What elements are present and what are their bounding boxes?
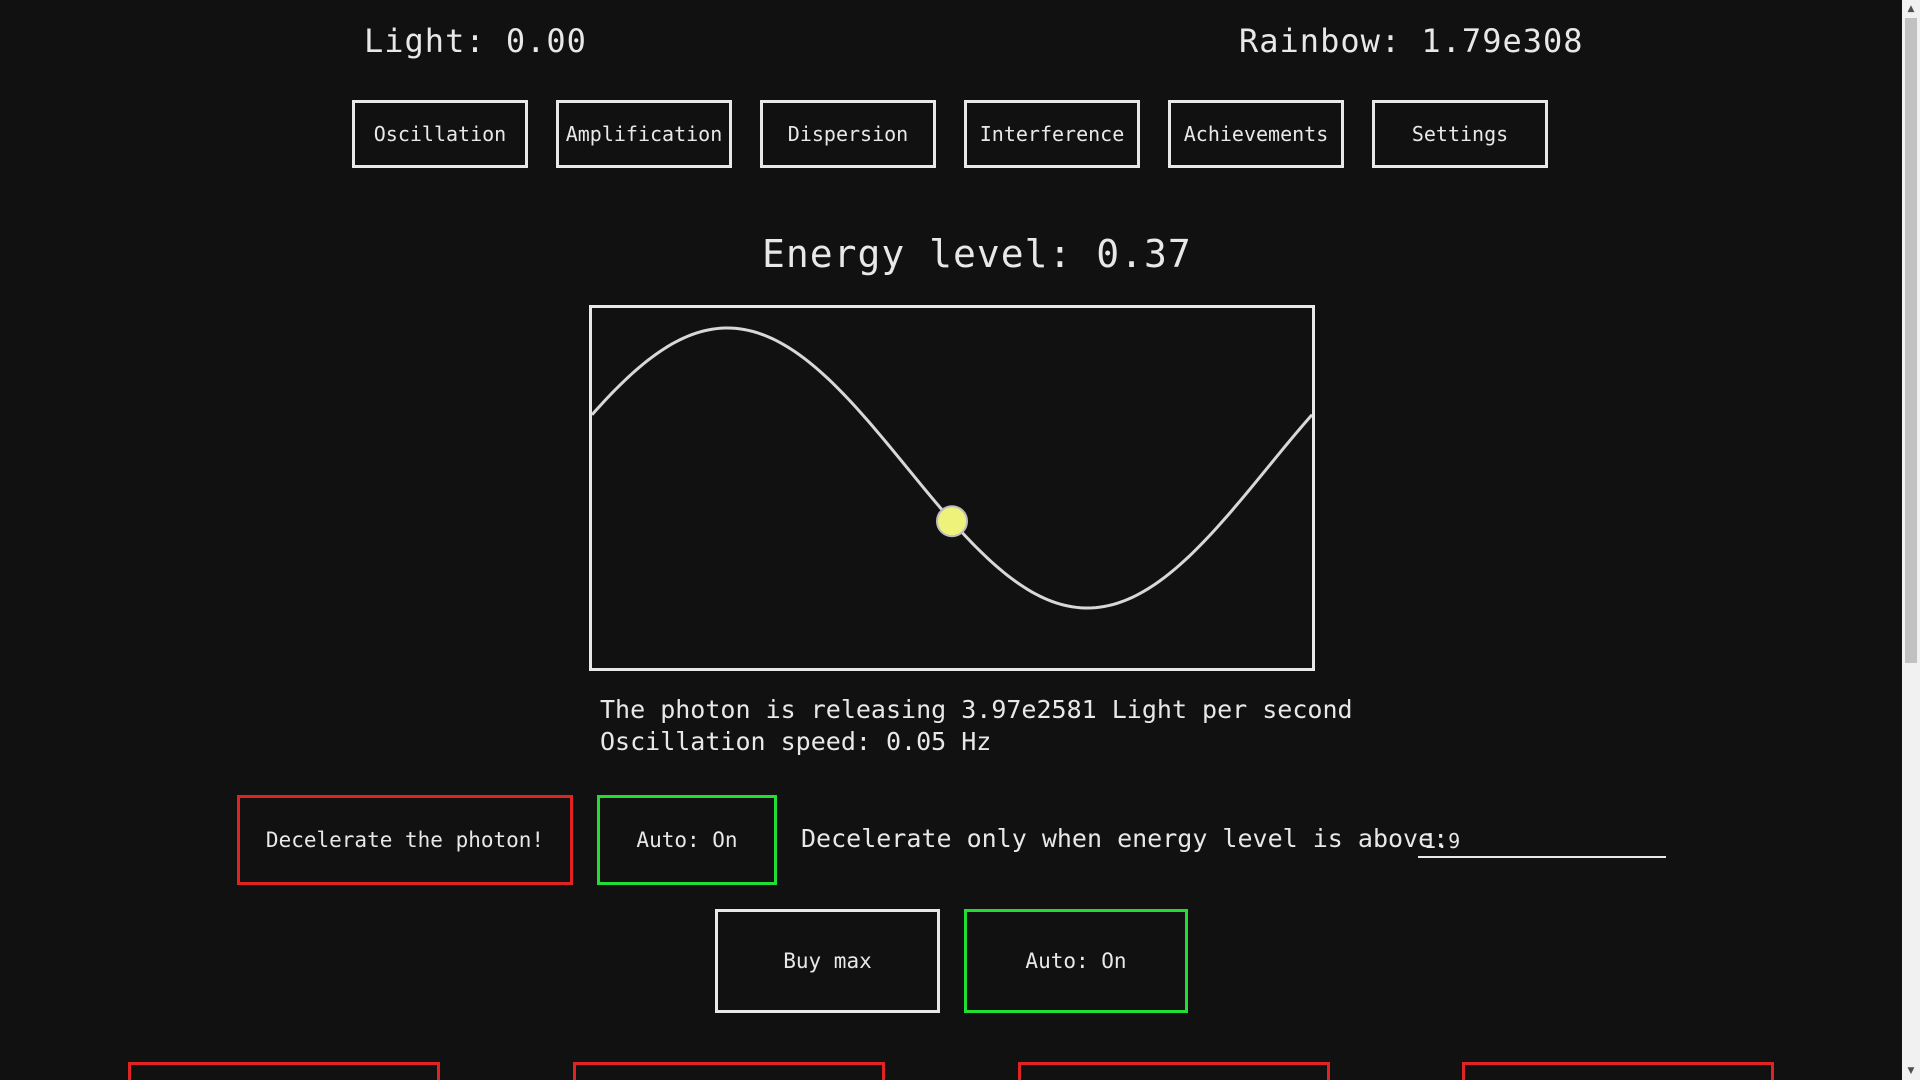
tab-oscillation[interactable]: Oscillation <box>352 100 528 168</box>
photon-dot <box>936 505 968 538</box>
rainbow-counter: Rainbow: 1.79e308 <box>1239 22 1584 60</box>
decelerate-photon-button[interactable]: Decelerate the photon! <box>237 795 573 885</box>
wave-canvas <box>592 326 1312 610</box>
upgrade-card[interactable] <box>1018 1062 1330 1080</box>
tab-settings[interactable]: Settings <box>1372 100 1548 168</box>
energy-level-label: Energy level: 0.37 <box>762 232 1192 276</box>
tab-dispersion[interactable]: Dispersion <box>760 100 936 168</box>
scroll-down-arrow-icon[interactable]: ▼ <box>1902 1062 1920 1080</box>
upgrade-card[interactable] <box>1462 1062 1774 1080</box>
tab-interference[interactable]: Interference <box>964 100 1140 168</box>
upgrade-card[interactable] <box>128 1062 440 1080</box>
auto-decelerate-toggle[interactable]: Auto: On <box>597 795 777 885</box>
buy-max-button[interactable]: Buy max <box>715 909 940 1013</box>
tab-amplification[interactable]: Amplification <box>556 100 732 168</box>
game-screen: Light: 0.00 Rainbow: 1.79e308 Oscillatio… <box>0 0 1920 1080</box>
auto-buy-toggle[interactable]: Auto: On <box>964 909 1188 1013</box>
scroll-up-arrow-icon[interactable]: ▲ <box>1902 0 1920 18</box>
decelerate-threshold-label: Decelerate only when energy level is abo… <box>801 824 1449 853</box>
upgrade-card[interactable] <box>573 1062 885 1080</box>
tab-achievements[interactable]: Achievements <box>1168 100 1344 168</box>
decelerate-threshold-input[interactable] <box>1418 822 1666 858</box>
light-release-rate: The photon is releasing 3.97e2581 Light … <box>600 695 1353 724</box>
oscillation-display <box>589 305 1315 671</box>
scrollbar-thumb[interactable] <box>1905 18 1917 663</box>
oscillation-speed: Oscillation speed: 0.05 Hz <box>600 727 992 756</box>
light-counter: Light: 0.00 <box>364 22 587 60</box>
sine-wave <box>592 326 1312 610</box>
